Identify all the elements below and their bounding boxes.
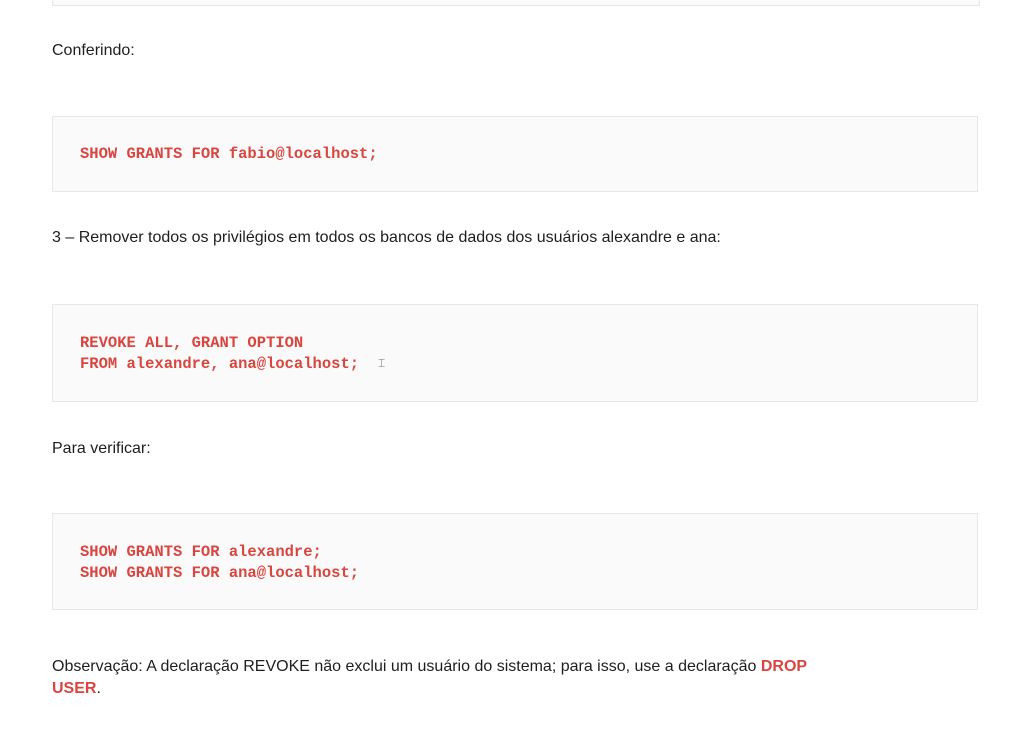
note-period: .	[96, 680, 101, 697]
paragraph-checking: Conferindo:	[52, 42, 135, 59]
code-line: SHOW GRANTS FOR fabio@localhost;	[80, 145, 378, 163]
text-cursor-icon: ⌶	[378, 356, 385, 370]
code-block-show-grants-fabio: SHOW GRANTS FOR fabio@localhost;	[52, 116, 978, 192]
code-line: SHOW GRANTS FOR ana@localhost;	[80, 564, 360, 582]
note-drop-keyword: DROP	[760, 658, 808, 675]
code-line: SHOW GRANTS FOR alexandre;	[80, 543, 322, 561]
previous-code-block	[52, 0, 980, 6]
paragraph-verify: Para verificar:	[52, 440, 151, 457]
code-block-revoke: REVOKE ALL, GRANT OPTION FROM alexandre,…	[52, 304, 978, 402]
note-user-keyword: USER	[52, 680, 97, 697]
code-block-show-grants-users: SHOW GRANTS FOR alexandre; SHOW GRANTS F…	[52, 513, 978, 610]
code-line: FROM alexandre, ana@localhost;	[80, 355, 360, 373]
note-text: Observação: A declaração REVOKE não excl…	[52, 658, 761, 675]
paragraph-note: Observação: A declaração REVOKE não excl…	[52, 656, 932, 700]
paragraph-step-3: 3 – Remover todos os privilégios em todo…	[52, 229, 721, 246]
code-line: REVOKE ALL, GRANT OPTION	[80, 334, 304, 352]
